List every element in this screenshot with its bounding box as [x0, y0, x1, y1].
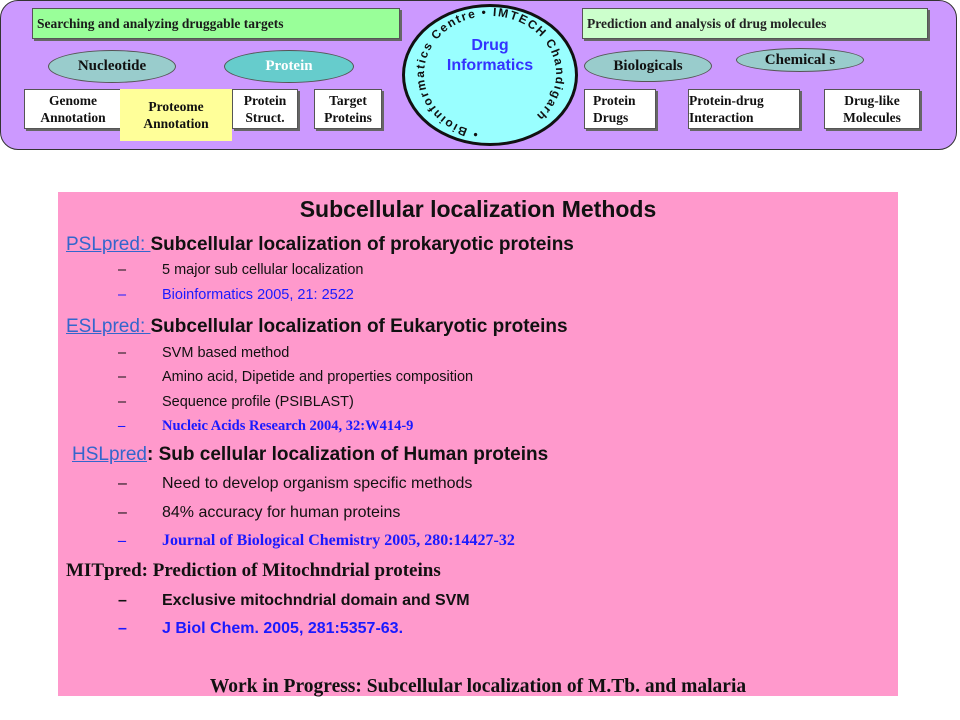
bullet-dash: – — [118, 394, 127, 410]
pill-nucleotide[interactable]: Nucleotide — [48, 50, 176, 83]
work-in-progress-footer: Work in Progress: Subcellular localizati… — [209, 676, 747, 697]
citation-text: Bioinformatics 2005, 21: 2522 — [162, 287, 354, 303]
section-heading-eslpred: ESLpred: Subcellular localization of Euk… — [66, 316, 568, 338]
list-item-text: 5 major sub cellular localization — [162, 262, 364, 278]
list-item-text: Sequence profile (PSIBLAST) — [162, 394, 354, 410]
pill-protein[interactable]: Protein — [224, 50, 354, 83]
section-heading-pslpred: PSLpred: Subcellular localization of pro… — [66, 234, 574, 256]
pill-chemicals[interactable]: Chemical s — [736, 48, 864, 72]
pslpred-heading: Subcellular localization of prokaryotic … — [150, 234, 574, 255]
box-target-proteins[interactable]: Target Proteins — [314, 89, 382, 129]
bullet-dash: – — [118, 369, 127, 385]
list-item-text: 84% accuracy for human proteins — [162, 504, 401, 521]
page-title: Subcellular localization Methods — [299, 196, 657, 222]
bullet-dash: – — [118, 532, 126, 549]
bullet-dash: – — [118, 345, 127, 361]
bullet-dash: – — [118, 620, 127, 637]
eslpred-heading: Subcellular localization of Eukaryotic p… — [150, 316, 568, 337]
box-proteome-annotation[interactable]: Proteome Annotation — [120, 89, 232, 141]
citation-text: Nucleic Acids Research 2004, 32:W414-9 — [162, 418, 414, 434]
box-genome-annotation[interactable]: Genome Annotation — [24, 89, 122, 129]
bullet-dash: – — [118, 504, 127, 521]
pslpred-link[interactable]: PSLpred: — [66, 234, 151, 255]
header-right-title: Prediction and analysis of drug molecule… — [582, 8, 928, 39]
citation-text: J Biol Chem. 2005, 281:5357-63. — [162, 620, 404, 637]
bullet-dash: – — [118, 287, 127, 303]
box-protein-drugs[interactable]: Protein Drugs — [584, 89, 656, 129]
section-heading-hslpred: HSLpred: Sub cellular localization of Hu… — [72, 444, 548, 466]
bullet-dash: – — [118, 262, 127, 278]
list-item-text: Need to develop organism specific method… — [162, 475, 473, 492]
list-item-text: Amino acid, Dipetide and properties comp… — [162, 369, 474, 385]
header-left-title: Searching and analyzing druggable target… — [32, 8, 400, 39]
hslpred-heading: : Sub cellular localization of Human pro… — [147, 444, 549, 465]
bullet-dash: – — [118, 418, 126, 434]
section-heading-mitpred: MITpred: Prediction of Mitochndrial prot… — [66, 560, 441, 581]
bullet-dash: – — [118, 475, 127, 492]
list-item-text: SVM based method — [162, 345, 290, 361]
pill-biologicals[interactable]: Biologicals — [584, 50, 712, 82]
box-protein-drug-interaction[interactable]: Protein-drug Interaction — [688, 89, 800, 129]
box-drug-like-molecules[interactable]: Drug-like Molecules — [824, 89, 920, 129]
center-title-line2: Informatics — [446, 57, 534, 74]
hslpred-link[interactable]: HSLpred — [72, 444, 147, 465]
citation-text: Journal of Biological Chemistry 2005, 28… — [162, 532, 515, 549]
bullet-dash: – — [118, 592, 127, 609]
center-title-line1: Drug — [471, 37, 509, 54]
box-protein-struct[interactable]: Protein Struct. — [232, 89, 298, 129]
eslpred-link[interactable]: ESLpred: — [66, 316, 151, 337]
list-item-text: Exclusive mitochndrial domain and SVM — [162, 592, 470, 609]
center-title: Drug Informatics — [440, 36, 540, 76]
